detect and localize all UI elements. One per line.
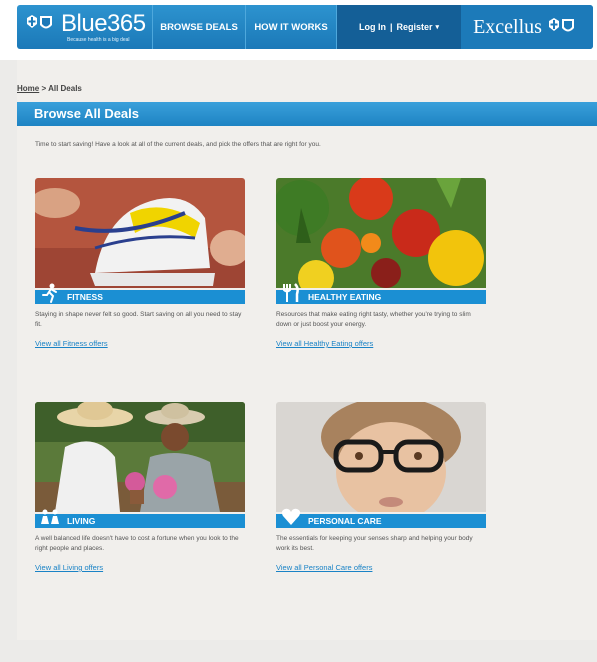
fork-knife-icon xyxy=(283,283,299,302)
breadcrumb-home[interactable]: Home xyxy=(17,84,39,93)
fitness-photo[interactable] xyxy=(35,178,245,288)
cross-shield-icon xyxy=(548,18,574,32)
category-card-healthy-eating: HEALTHY EATING Resources that make eatin… xyxy=(276,178,488,348)
category-card-fitness: FITNESS Staying in shape never felt so g… xyxy=(35,178,247,348)
excellus-logo[interactable]: Excellus xyxy=(461,5,593,49)
view-personal-care-offers-link[interactable]: View all Personal Care offers xyxy=(276,563,372,572)
category-label: HEALTHY EATING xyxy=(308,292,382,302)
page-title: Browse All Deals xyxy=(34,106,140,121)
view-living-offers-link[interactable]: View all Living offers xyxy=(35,563,103,572)
blue365-logo[interactable]: Blue365 Because health is a big deal xyxy=(17,5,152,49)
category-card-personal-care: PERSONAL CARE The essentials for keeping… xyxy=(276,402,488,572)
main-nav: Blue365 Because health is a big deal BRO… xyxy=(17,5,593,49)
category-label: FITNESS xyxy=(67,292,103,302)
runner-icon xyxy=(42,283,57,303)
personal-care-photo[interactable] xyxy=(276,402,486,512)
category-description: Resources that make eating right tasty, … xyxy=(276,311,471,328)
register-dropdown[interactable]: Register xyxy=(397,22,433,32)
breadcrumb: Home > All Deals xyxy=(17,84,82,93)
heart-icon xyxy=(281,508,301,525)
chevron-down-icon[interactable]: ▾ xyxy=(436,23,440,31)
category-description: The essentials for keeping your senses s… xyxy=(276,535,473,552)
nav-how-it-works[interactable]: HOW IT WORKS xyxy=(245,5,336,49)
category-label-bar[interactable]: FITNESS xyxy=(35,283,245,304)
view-healthy-eating-offers-link[interactable]: View all Healthy Eating offers xyxy=(276,339,373,348)
breadcrumb-current: All Deals xyxy=(48,84,82,93)
view-fitness-offers-link[interactable]: View all Fitness offers xyxy=(35,339,108,348)
nav-browse-deals[interactable]: BROWSE DEALS xyxy=(152,5,245,49)
category-label-bar[interactable]: LIVING xyxy=(35,509,245,528)
category-label: LIVING xyxy=(67,516,96,526)
intro-text: Time to start saving! Have a look at all… xyxy=(35,141,321,148)
category-label-bar[interactable]: PERSONAL CARE xyxy=(276,508,486,528)
healthy-eating-photo[interactable] xyxy=(276,178,486,288)
category-label: PERSONAL CARE xyxy=(308,516,382,526)
category-label-bar[interactable]: HEALTHY EATING xyxy=(276,283,486,304)
page: Blue365 Because health is a big deal BRO… xyxy=(0,0,597,662)
cross-shield-icon xyxy=(27,15,52,29)
category-card-living: LIVING A well balanced life doesn't have… xyxy=(35,402,247,572)
people-icon xyxy=(41,509,59,524)
category-description: A well balanced life doesn't have to cos… xyxy=(35,535,239,552)
separator: | xyxy=(389,22,393,32)
brand-name: Blue365 xyxy=(61,10,146,37)
living-photo[interactable] xyxy=(35,402,245,512)
top-bar: Blue365 Because health is a big deal BRO… xyxy=(0,0,597,60)
category-description: Staying in shape never felt so good. Sta… xyxy=(35,311,242,328)
page-banner: Browse All Deals xyxy=(17,102,597,126)
login-register-area: Log In | Register ▾ xyxy=(336,5,461,49)
brand-tagline: Because health is a big deal xyxy=(67,37,130,43)
login-link[interactable]: Log In xyxy=(359,22,386,32)
partner-name: Excellus xyxy=(473,15,542,38)
